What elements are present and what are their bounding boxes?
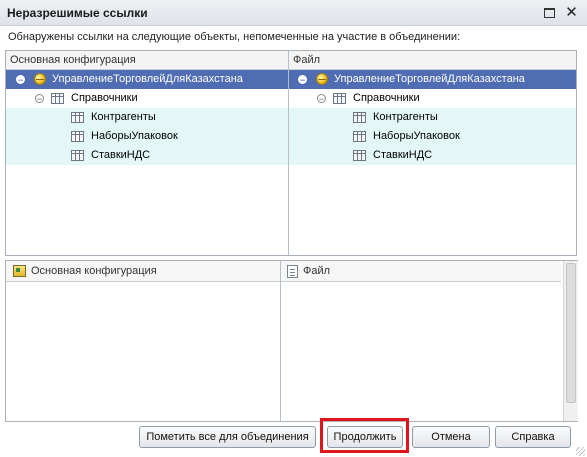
file-references-label: Файл [303,265,331,277]
maximize-button[interactable] [540,3,559,22]
unresolved-links-dialog: Неразрешимые ссылки ✕ Обнаружены ссылки … [0,0,587,457]
tree-item-label: НаборыУпаковок [91,130,178,142]
tree-row-root[interactable]: − УправлениеТорговлейДляКазахстана [6,70,288,89]
tree-row-item[interactable]: НаборыУпаковок [289,127,576,146]
catalogs-icon [51,93,64,104]
file-references-header: Файл [281,261,561,282]
catalog-icon [353,131,366,142]
configuration-icon [13,265,26,277]
close-icon: ✕ [565,4,578,21]
configuration-icon [316,73,328,85]
objects-panels: Основная конфигурация − УправлениеТоргов… [5,50,577,256]
file-pane: Файл − УправлениеТорговлейДляКазахстана … [289,51,576,255]
collapse-icon[interactable]: − [317,94,326,104]
tree-item-label: СтавкиНДС [373,149,433,161]
tree-item-label: Контрагенты [373,111,438,123]
tree-row-item[interactable]: СтавкиНДС [6,146,288,165]
maximize-icon [544,7,555,18]
main-config-column-header: Основная конфигурация [6,51,288,70]
vertical-scrollbar[interactable] [563,261,578,421]
catalogs-icon [333,93,346,104]
tree-row-item[interactable]: Контрагенты [289,108,576,127]
tree-item-label: Контрагенты [91,111,156,123]
cancel-button[interactable]: Отмена [412,426,490,448]
tree-item-label: НаборыУпаковок [373,130,460,142]
tree-row-item[interactable]: Контрагенты [6,108,288,127]
catalog-icon [353,150,366,161]
scrollbar-thumb[interactable] [566,263,576,403]
highlight-box [320,418,409,453]
file-column-header: Файл [289,51,576,70]
configuration-icon [34,73,46,85]
collapse-icon[interactable]: − [16,75,25,85]
collapse-icon[interactable]: − [298,75,307,85]
dialog-title: Неразрешимые ссылки [7,6,148,20]
help-button[interactable]: Справка [495,426,571,448]
collapse-icon[interactable]: − [35,94,44,104]
main-config-references-header: Основная конфигурация [6,261,280,282]
info-message: Обнаружены ссылки на следующие объекты, … [8,31,461,43]
resize-grip[interactable] [576,447,585,456]
tree-group-label: Справочники [353,92,420,104]
catalog-icon [71,112,84,123]
tree-group-label: Справочники [71,92,138,104]
tree-root-label: УправлениеТорговлейДляКазахстана [52,73,243,85]
close-button[interactable]: ✕ [562,3,581,22]
file-icon [287,265,298,278]
mark-all-button[interactable]: Пометить все для объединения [139,426,316,448]
tree-root-label: УправлениеТорговлейДляКазахстана [334,73,525,85]
tree-row-root[interactable]: − УправлениеТорговлейДляКазахстана [289,70,576,89]
catalog-icon [71,150,84,161]
main-config-references-label: Основная конфигурация [31,265,157,277]
title-bar[interactable]: Неразрешимые ссылки ✕ [0,0,587,26]
main-config-references-pane[interactable]: Основная конфигурация [6,261,281,421]
main-config-pane: Основная конфигурация − УправлениеТоргов… [6,51,289,255]
file-references-pane[interactable]: Файл [281,261,561,421]
tree-row-item[interactable]: НаборыУпаковок [6,127,288,146]
references-panels: Основная конфигурация Файл [5,260,578,422]
tree-item-label: СтавкиНДС [91,149,151,161]
tree-row-catalogs[interactable]: − Справочники [289,89,576,108]
catalog-icon [71,131,84,142]
tree-row-catalogs[interactable]: − Справочники [6,89,288,108]
tree-row-item[interactable]: СтавкиНДС [289,146,576,165]
catalog-icon [353,112,366,123]
